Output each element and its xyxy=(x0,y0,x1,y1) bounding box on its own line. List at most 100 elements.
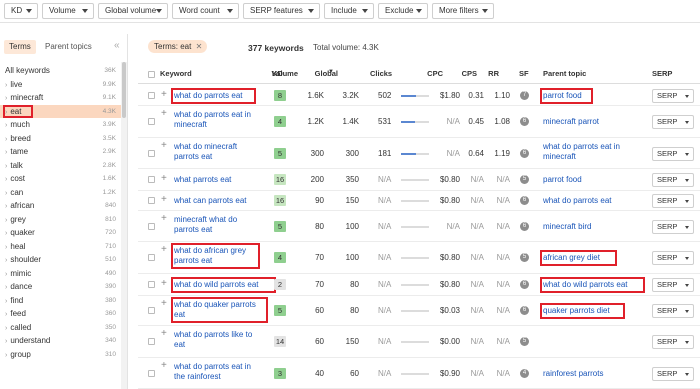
row-checkbox[interactable] xyxy=(148,176,155,183)
serp-dropdown[interactable]: SERP xyxy=(652,366,694,381)
sidebar-item-quaker[interactable]: › quaker 720 xyxy=(0,226,122,240)
add-icon[interactable]: + xyxy=(161,89,167,100)
sidebar-item-all-keywords[interactable]: All keywords 36K xyxy=(0,64,122,78)
serp-dropdown[interactable]: SERP xyxy=(652,335,694,349)
sidebar-item-breed[interactable]: › breed 3.5K xyxy=(0,132,122,146)
parent-topic-link[interactable]: parrot food xyxy=(543,175,582,185)
serp-dropdown[interactable]: SERP xyxy=(652,88,694,103)
keyword-link[interactable]: what can parrots eat xyxy=(174,196,246,206)
sidebar-item-eat[interactable]: › eat 4.3K xyxy=(0,104,122,118)
chevron-right-icon: › xyxy=(5,189,8,197)
filter-kd-button[interactable]: KD xyxy=(4,3,38,19)
filter-serp-features-button[interactable]: SERP features xyxy=(243,3,320,19)
parent-topic-link[interactable]: what do parrots eat xyxy=(543,196,611,206)
keyword-link[interactable]: minecraft what do parrots eat xyxy=(174,215,237,235)
row-checkbox[interactable] xyxy=(148,281,155,288)
keyword-link[interactable]: what do parrots like to eat xyxy=(174,330,252,350)
add-icon[interactable]: + xyxy=(161,109,167,119)
row-checkbox[interactable] xyxy=(148,338,155,345)
add-icon[interactable]: + xyxy=(161,279,167,289)
filter-exclude-button[interactable]: Exclude xyxy=(378,3,428,19)
filter-include-button[interactable]: Include xyxy=(324,3,374,19)
sidebar-item-group[interactable]: › group 310 xyxy=(0,348,122,362)
serp-dropdown[interactable]: SERP xyxy=(652,219,694,234)
sidebar-item-can[interactable]: › can 1.2K xyxy=(0,186,122,200)
tab-terms[interactable]: Terms xyxy=(4,40,36,54)
sidebar-item-called[interactable]: › called 350 xyxy=(0,321,122,335)
rr-value: 1.10 xyxy=(494,90,510,100)
sidebar-item-shoulder[interactable]: › shoulder 510 xyxy=(0,253,122,267)
keyword-link[interactable]: what parrots eat xyxy=(174,175,231,185)
sidebar-item-cost[interactable]: › cost 1.6K xyxy=(0,172,122,186)
filter-more-filters-button[interactable]: More filters xyxy=(432,3,494,19)
sidebar-item-talk[interactable]: › talk 2.8K xyxy=(0,159,122,173)
add-icon[interactable]: + xyxy=(161,174,167,184)
column-header-keyword[interactable]: Keyword xyxy=(160,69,192,78)
scrollbar-thumb[interactable] xyxy=(122,62,126,118)
select-all-checkbox[interactable] xyxy=(148,71,155,78)
tab-parent-topics[interactable]: Parent topics xyxy=(40,40,97,54)
sidebar-item-understand[interactable]: › understand 340 xyxy=(0,334,122,348)
filter-word-count-button[interactable]: Word count xyxy=(172,3,239,19)
sidebar-item-find[interactable]: › find 380 xyxy=(0,294,122,308)
sidebar-item-minecraft[interactable]: › minecraft 9.1K xyxy=(0,91,122,105)
column-header-serp[interactable]: SERP xyxy=(652,69,672,78)
row-checkbox[interactable] xyxy=(148,222,155,230)
keyword-link[interactable]: what do parrots eat in the rainforest xyxy=(174,362,251,382)
add-icon[interactable]: + xyxy=(161,329,167,339)
sort-desc-icon[interactable]: ▼ xyxy=(328,69,334,75)
serp-dropdown[interactable]: SERP xyxy=(652,194,694,208)
add-icon[interactable]: + xyxy=(161,214,167,224)
column-header-sf[interactable]: SF xyxy=(519,69,529,78)
column-header-global[interactable]: Global xyxy=(315,69,338,78)
column-header-volume[interactable]: Volume xyxy=(271,69,298,78)
row-checkbox[interactable] xyxy=(148,91,155,99)
volume-value: 60 xyxy=(315,306,324,315)
filter-global-volume-button[interactable]: Global volume xyxy=(98,3,168,19)
column-header-cpc[interactable]: CPC xyxy=(427,69,443,78)
column-header-clicks[interactable]: Clicks xyxy=(370,69,392,78)
filter-volume-button[interactable]: Volume xyxy=(42,3,94,19)
column-header-cps[interactable]: CPS xyxy=(462,69,477,78)
serp-dropdown[interactable]: SERP xyxy=(652,173,694,187)
parent-topic-link[interactable]: minecraft bird xyxy=(543,222,591,232)
sidebar-item-african[interactable]: › african 840 xyxy=(0,199,122,213)
row-checkbox[interactable] xyxy=(148,149,155,157)
row-checkbox[interactable] xyxy=(148,307,155,314)
sidebar-item-label: cost xyxy=(10,174,26,183)
keyword-link[interactable]: what do minecraft parrots eat xyxy=(174,142,237,162)
sidebar-item-feed[interactable]: › feed 360 xyxy=(0,307,122,321)
serp-dropdown[interactable]: SERP xyxy=(652,251,694,265)
row-checkbox[interactable] xyxy=(148,254,155,261)
parent-topic-link[interactable]: minecraft parrot xyxy=(543,117,599,127)
left-panel-scrollbar[interactable] xyxy=(121,62,127,389)
serp-dropdown[interactable]: SERP xyxy=(652,115,694,129)
sidebar-item-mimic[interactable]: › mimic 490 xyxy=(0,267,122,281)
row-checkbox[interactable] xyxy=(148,197,155,204)
serp-dropdown[interactable]: SERP xyxy=(652,304,694,318)
add-icon[interactable]: + xyxy=(161,245,167,255)
double-chevron-left-icon[interactable]: « xyxy=(114,40,120,51)
sidebar-item-dance[interactable]: › dance 390 xyxy=(0,280,122,294)
sidebar-item-live[interactable]: › live 9.9K xyxy=(0,78,122,92)
serp-dropdown[interactable]: SERP xyxy=(652,278,694,292)
sidebar-item-grey[interactable]: › grey 810 xyxy=(0,213,122,227)
close-icon[interactable]: ✕ xyxy=(196,40,203,53)
parent-topic-link[interactable]: what do parrots eat in minecraft xyxy=(543,142,620,162)
column-header-parent-topic[interactable]: Parent topic xyxy=(543,69,586,78)
sidebar-item-heal[interactable]: › heal 710 xyxy=(0,240,122,254)
clicks-trend-bar xyxy=(401,179,429,181)
row-checkbox[interactable] xyxy=(148,369,155,377)
row-checkbox[interactable] xyxy=(148,118,155,125)
sidebar-item-tame[interactable]: › tame 2.9K xyxy=(0,145,122,159)
active-term-chip[interactable]: Terms: eat ✕ xyxy=(148,40,208,53)
add-icon[interactable]: + xyxy=(161,195,167,205)
add-icon[interactable]: + xyxy=(161,141,167,151)
keyword-link[interactable]: what do parrots eat in minecraft xyxy=(174,110,251,130)
sidebar-item-much[interactable]: › much 3.9K xyxy=(0,118,122,132)
column-header-rr[interactable]: RR xyxy=(488,69,499,78)
serp-dropdown[interactable]: SERP xyxy=(652,146,694,161)
parent-topic-link[interactable]: rainforest parrots xyxy=(543,369,603,379)
add-icon[interactable]: + xyxy=(161,361,167,371)
add-icon[interactable]: + xyxy=(161,299,167,309)
